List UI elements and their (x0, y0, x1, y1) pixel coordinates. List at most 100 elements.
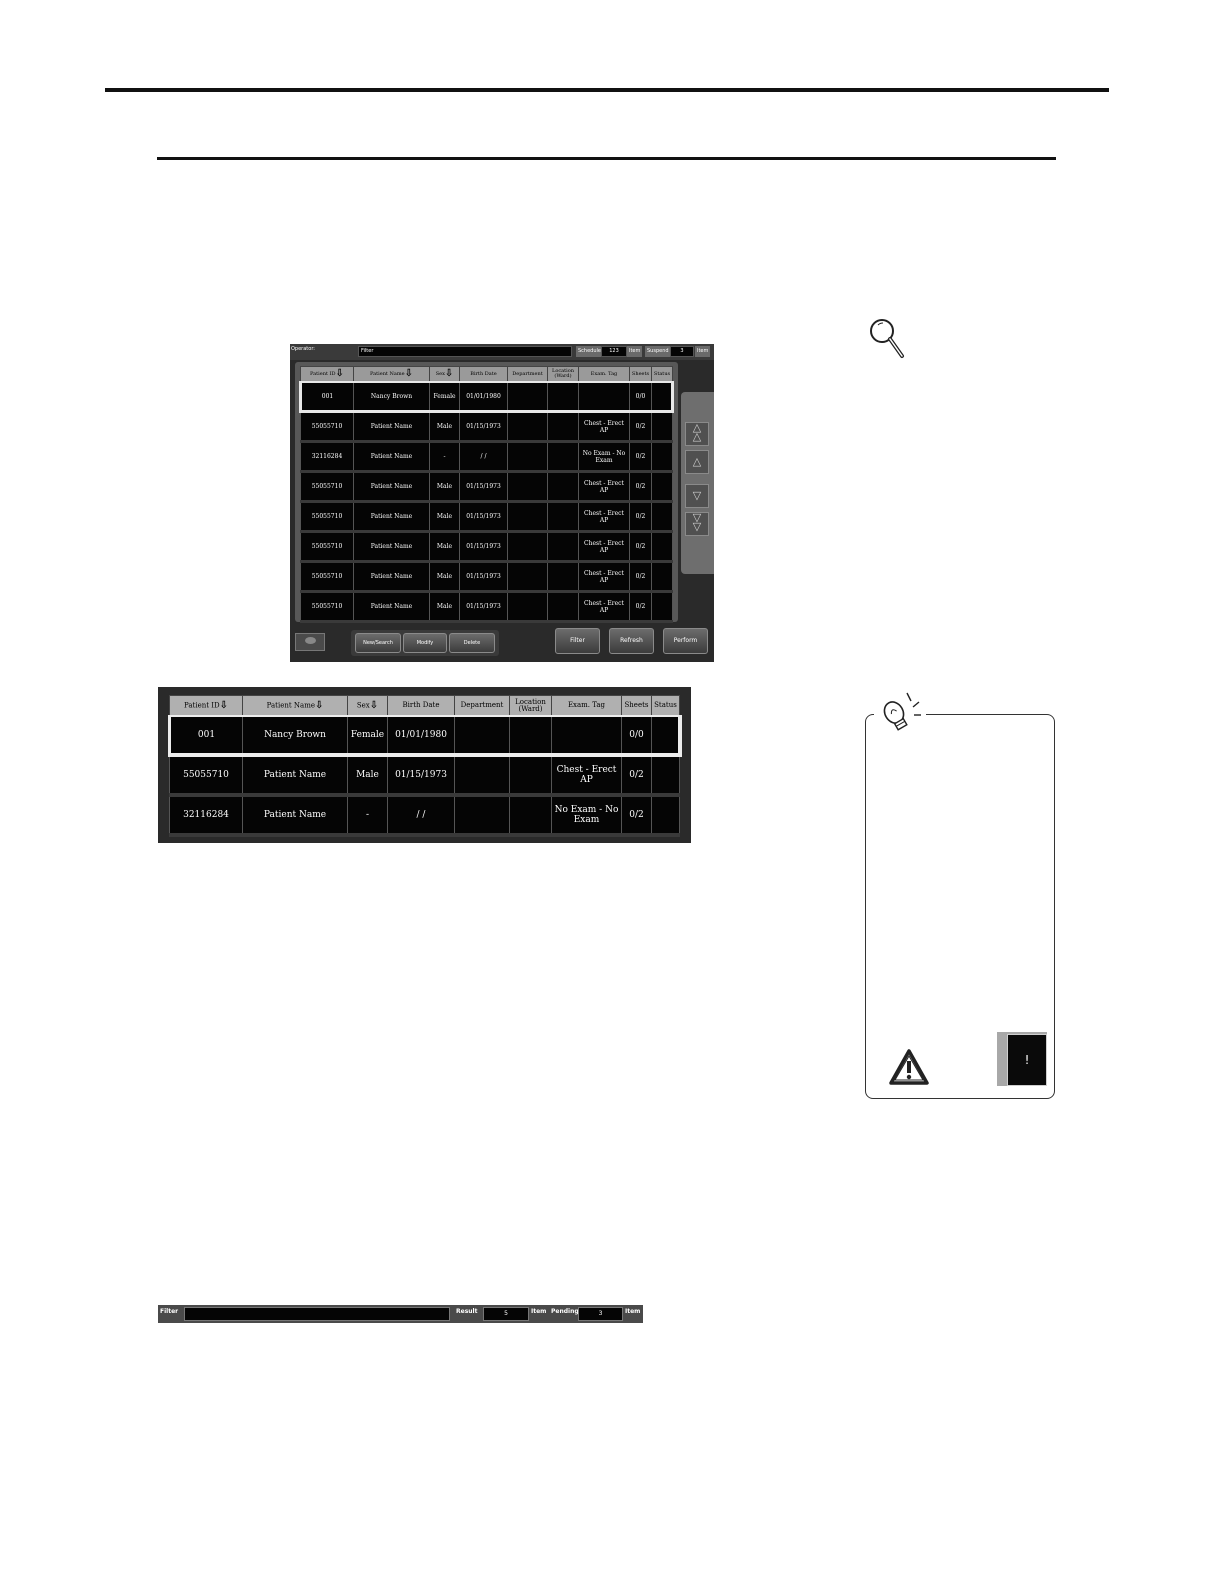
sort-arrow-icon[interactable]: ⇩ (370, 700, 378, 710)
cell-tag: Chest - Erect AP (551, 754, 622, 797)
cell-status (651, 411, 673, 443)
sort-arrow-icon[interactable]: ⇩ (445, 369, 453, 379)
cell-dept (507, 381, 548, 413)
filter-bar-input[interactable] (184, 1307, 450, 1321)
cell-tag: Chest - Erect AP (578, 561, 630, 593)
cell-sheets: 0/2 (621, 754, 652, 797)
column-header[interactable]: Sheets (621, 695, 652, 717)
patient-table: Patient ID ⇩ Patient Name ⇩ Sex ⇩ Birth Dat… (299, 366, 674, 623)
up-arrow-icon[interactable]: △ (685, 450, 709, 474)
refresh-button[interactable]: Refresh (609, 628, 654, 654)
zoomed-patient-table: Patient ID ⇩ Patient Name ⇩ Sex ⇩ Birth Dat… (168, 695, 682, 837)
column-header-label: Birth Date (402, 701, 440, 709)
delete-button[interactable]: Delete (449, 633, 495, 653)
result-unit: Item (531, 1308, 547, 1315)
sort-arrow-icon[interactable]: ⇩ (220, 700, 228, 710)
cell-birth: 01/15/1973 (459, 591, 508, 623)
table-row[interactable]: 001 Nancy Brown Female 01/01/1980 0/0 (168, 715, 682, 757)
column-header[interactable]: Department (454, 695, 510, 717)
dark-box: ! (1007, 1034, 1047, 1086)
cell-dept (507, 411, 548, 443)
cell-status (651, 591, 673, 623)
table-row[interactable]: 55055710 Patient Name Male 01/15/1973 Chest … (300, 591, 673, 623)
cell-sex: Female (429, 381, 460, 413)
column-header[interactable]: Department (507, 366, 548, 383)
table-row[interactable]: 55055710 Patient Name Male 01/15/1973 Chest … (169, 754, 680, 797)
table-row[interactable]: 55055710 Patient Name Male 01/15/1973 Chest … (300, 411, 673, 443)
filter-bar-label: Filter (160, 1308, 179, 1315)
column-header[interactable]: Birth Date (387, 695, 455, 717)
column-header[interactable]: Status (651, 695, 680, 717)
column-header[interactable]: Patient Name ⇩ (353, 366, 430, 383)
perform-button[interactable]: Perform (663, 628, 708, 654)
cell-status (651, 531, 673, 563)
cell-name: Patient Name (353, 561, 430, 593)
cell-loc (547, 591, 579, 623)
cell-id: 55055710 (169, 754, 243, 797)
down-arrow-icon[interactable]: ▽ (685, 484, 709, 508)
column-header[interactable]: Status (651, 366, 673, 383)
double-down-arrow-icon[interactable]: ▽ ▽ (685, 512, 709, 536)
cell-sex: Male (429, 591, 460, 623)
cell-dept (507, 501, 548, 533)
cell-loc (509, 754, 552, 797)
table-row[interactable]: 32116284 Patient Name - / / No Exam - No Exa… (169, 794, 680, 837)
cell-status (651, 794, 680, 837)
cell-birth: 01/15/1973 (459, 501, 508, 533)
screen-top-bar: Operator: Filter Schedule 123 Item Suspe… (290, 344, 714, 360)
cell-dept (454, 715, 510, 757)
double-up-arrow-icon[interactable]: △ △ (685, 422, 709, 446)
column-header[interactable]: Patient Name ⇩ (242, 695, 348, 717)
cell-dept (507, 471, 548, 503)
sort-arrow-icon[interactable]: ⇩ (405, 369, 413, 379)
cell-sex: - (429, 441, 460, 473)
column-header-label: Patient Name (266, 701, 315, 710)
cell-name: Patient Name (353, 591, 430, 623)
table-row[interactable]: 55055710 Patient Name Male 01/15/1973 Chest … (300, 561, 673, 593)
column-header[interactable]: Birth Date (459, 366, 508, 383)
cell-dept (507, 441, 548, 473)
filter-button[interactable]: Filter (555, 628, 600, 654)
cell-name: Nancy Brown (353, 381, 430, 413)
modify-button[interactable]: Modify (403, 633, 447, 653)
table-row[interactable]: 55055710 Patient Name Male 01/15/1973 Chest … (300, 531, 673, 563)
column-header[interactable]: Sex ⇩ (429, 366, 460, 383)
cell-loc (547, 441, 579, 473)
cell-sheets: 0/0 (621, 715, 652, 757)
table-row[interactable]: 001 Nancy Brown Female 01/01/1980 0/0 (299, 381, 674, 413)
column-header[interactable]: Patient ID ⇩ (169, 695, 243, 717)
schedule-label: Schedule (576, 346, 603, 357)
table-row[interactable]: 55055710 Patient Name Male 01/15/1973 Chest … (300, 501, 673, 533)
cell-id: 001 (168, 715, 243, 757)
column-header[interactable]: Patient ID ⇩ (300, 366, 354, 383)
new-search-button[interactable]: New/Search (355, 633, 401, 653)
patient-list-screenshot: Operator: Filter Schedule 123 Item Suspe… (290, 344, 714, 662)
column-header[interactable]: Exam. Tag (578, 366, 630, 383)
column-header[interactable]: Location (Ward) (547, 366, 579, 383)
pending-label: Pending (551, 1308, 579, 1315)
column-header-label: Status (654, 701, 677, 709)
cell-name: Patient Name (353, 441, 430, 473)
column-header-label: Patient ID (183, 701, 220, 710)
column-header[interactable]: Location (Ward) (509, 695, 552, 717)
column-header[interactable]: Sex ⇩ (347, 695, 388, 717)
cell-tag: Chest - Erect AP (578, 471, 630, 503)
cell-tag (551, 715, 622, 757)
zoomed-table-screenshot: Patient ID ⇩ Patient Name ⇩ Sex ⇩ Birth Dat… (158, 687, 691, 843)
column-header[interactable]: Sheets (629, 366, 652, 383)
sort-arrow-icon[interactable]: ⇩ (315, 700, 323, 710)
column-header[interactable]: Exam. Tag (551, 695, 622, 717)
filter-field[interactable]: Filter (358, 346, 572, 357)
cell-id: 001 (299, 381, 354, 413)
sort-arrow-icon[interactable]: ⇩ (336, 369, 344, 379)
cell-birth: 01/01/1980 (387, 715, 455, 757)
cell-sheets: 0/2 (629, 501, 652, 533)
cell-sheets: 0/0 (629, 381, 652, 413)
table-row[interactable]: 32116284 Patient Name - / / No Exam - No Exa… (300, 441, 673, 473)
result-count: 5 (483, 1307, 529, 1321)
cell-status (651, 715, 682, 757)
cell-name: Patient Name (353, 411, 430, 443)
table-header-row: Patient ID ⇩ Patient Name ⇩ Sex ⇩ Birth Dat… (169, 695, 680, 717)
table-row[interactable]: 55055710 Patient Name Male 01/15/1973 Chest … (300, 471, 673, 503)
cell-birth: 01/15/1973 (387, 754, 455, 797)
